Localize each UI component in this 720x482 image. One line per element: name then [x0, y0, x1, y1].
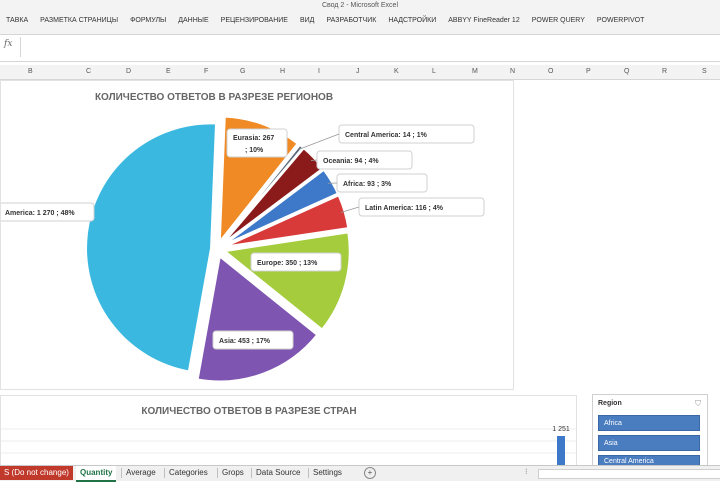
bar[interactable] [557, 436, 565, 466]
pie-label-text: Oceania: 94 ; 4% [323, 158, 379, 165]
column-header-h[interactable]: H [280, 68, 285, 75]
pie-label-text: Africa: 93 ; 3% [343, 181, 392, 188]
clear-filter-icon[interactable]: ⛉ [695, 399, 701, 409]
sheet-tab-average[interactable]: Average [122, 466, 160, 480]
sheet-tab-do-not-change[interactable]: S (Do not change) [0, 466, 73, 480]
ribbon-tab-abbyy[interactable]: ABBYY FineReader 12 [442, 17, 525, 24]
ribbon-tab-formulas[interactable]: ФОРМУЛЫ [124, 17, 172, 24]
column-header-i[interactable]: I [318, 68, 320, 75]
ribbon-tab-view[interactable]: ВИД [294, 17, 320, 24]
ribbon-tab-data[interactable]: ДАННЫЕ [172, 17, 214, 24]
pie-slice-america[interactable] [86, 123, 216, 371]
ribbon-tab-page-layout[interactable]: РАЗМЕТКА СТРАНИЦЫ [34, 17, 124, 24]
add-sheet-button[interactable]: + [364, 467, 376, 479]
slicer-item-asia[interactable]: Asia [598, 435, 700, 451]
slicer-title: Region [598, 400, 622, 407]
pie-chart-svg: КОЛИЧЕСТВО ОТВЕТОВ В РАЗРЕЗЕ РЕГИОНОВ Eu… [1, 81, 513, 389]
pie-label-text: Asia: 453 ; 17% [219, 338, 271, 345]
column-header-m[interactable]: M [472, 68, 478, 75]
column-header-r[interactable]: R [662, 68, 667, 75]
pie-label-text: Central America: 14 ; 1% [345, 132, 428, 139]
bar-chart-svg: КОЛИЧЕСТВО ОТВЕТОВ В РАЗРЕЗЕ СТРАН 1 251 [1, 396, 576, 466]
pie-label-text: America: 1 270 ; 48% [5, 210, 75, 217]
bar-value-label: 1 251 [552, 426, 570, 433]
ribbon-tab-power-query[interactable]: POWER QUERY [526, 17, 591, 24]
pie-label-text: ; 10% [245, 147, 264, 154]
pie-chart-title: КОЛИЧЕСТВО ОТВЕТОВ В РАЗРЕЗЕ РЕГИОНОВ [95, 92, 333, 103]
leader-line [299, 134, 339, 149]
column-header-s[interactable]: S [702, 68, 707, 75]
pie-chart-regions[interactable]: КОЛИЧЕСТВО ОТВЕТОВ В РАЗРЕЗЕ РЕГИОНОВ Eu… [0, 80, 514, 390]
column-header-c[interactable]: C [86, 68, 91, 75]
region-slicer[interactable]: Region ⛉ Africa Asia Central America [592, 394, 708, 468]
column-header-l[interactable]: L [432, 68, 436, 75]
pie-label-text: Eurasia: 267 [233, 135, 274, 142]
column-header-k[interactable]: K [394, 68, 399, 75]
column-header-d[interactable]: D [126, 68, 131, 75]
sheet-tab-categories[interactable]: Categories [165, 466, 212, 480]
column-header-p[interactable]: P [586, 68, 591, 75]
ribbon-tab-review[interactable]: РЕЦЕНЗИРОВАНИЕ [215, 17, 294, 24]
tab-splitter-handle[interactable]: ⁝ [525, 467, 528, 476]
ribbon-tab-powerpivot[interactable]: POWERPIVOT [591, 17, 650, 24]
ribbon-tab-addins[interactable]: НАДСТРОЙКИ [382, 17, 442, 24]
ribbon: Свод 2 - Microsoft Excel ТАВКА РАЗМЕТКА … [0, 0, 720, 35]
sheet-tabs-bar: S (Do not change) Quantity Average Categ… [0, 465, 720, 481]
column-header-f[interactable]: F [204, 68, 208, 75]
bar-chart-title: КОЛИЧЕСТВО ОТВЕТОВ В РАЗРЕЗЕ СТРАН [141, 406, 356, 417]
column-headers: B C D E F G H I J K L M N O P Q R S [0, 65, 720, 80]
fx-icon[interactable]: fx [4, 39, 12, 49]
column-header-j[interactable]: J [356, 68, 360, 75]
horizontal-scrollbar[interactable] [538, 469, 720, 479]
sheet-tab-settings[interactable]: Settings [309, 466, 346, 480]
column-header-o[interactable]: O [548, 68, 553, 75]
column-header-g[interactable]: G [240, 68, 245, 75]
formula-bar: fx [0, 35, 720, 62]
sheet-tab-data-source[interactable]: Data Source [252, 466, 304, 480]
slicer-item-africa[interactable]: Africa [598, 415, 700, 431]
column-header-q[interactable]: Q [624, 68, 629, 75]
bar-chart-countries[interactable]: КОЛИЧЕСТВО ОТВЕТОВ В РАЗРЕЗЕ СТРАН 1 251 [0, 395, 577, 467]
column-header-b[interactable]: B [28, 68, 33, 75]
formula-input[interactable] [20, 37, 720, 57]
ribbon-tab-insert[interactable]: ТАВКА [0, 17, 34, 24]
column-header-e[interactable]: E [166, 68, 171, 75]
sheet-tab-grops[interactable]: Grops [218, 466, 248, 480]
column-header-n[interactable]: N [510, 68, 515, 75]
pie-label-text: Latin America: 116 ; 4% [365, 205, 444, 212]
window-title: Свод 2 - Microsoft Excel [0, 2, 720, 9]
pie-label-text: Europe: 350 ; 13% [257, 260, 318, 267]
ribbon-tab-developer[interactable]: РАЗРАБОТЧИК [320, 17, 382, 24]
ribbon-tabs: ТАВКА РАЗМЕТКА СТРАНИЦЫ ФОРМУЛЫ ДАННЫЕ Р… [0, 17, 650, 24]
